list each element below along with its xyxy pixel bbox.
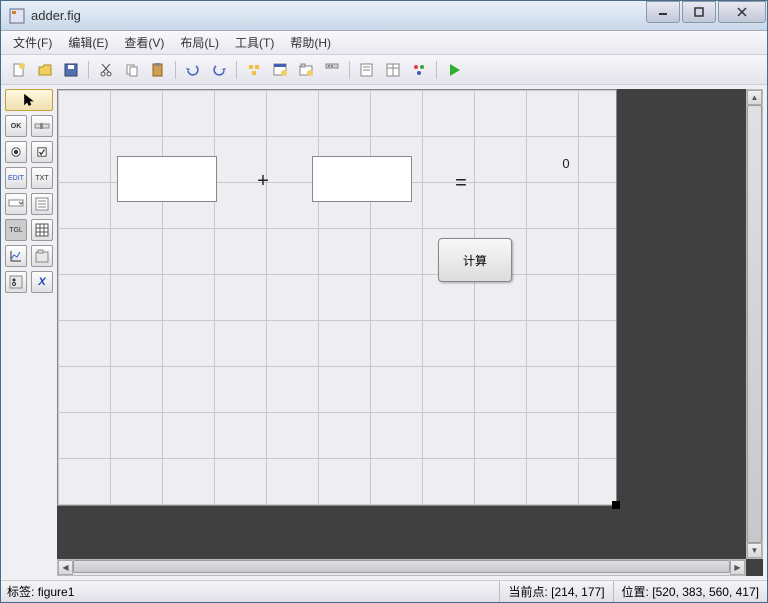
tool-palette: OK EDIT TXT TGL [1,85,57,580]
new-icon[interactable] [7,58,31,82]
object-icon[interactable] [407,58,431,82]
cut-icon[interactable] [94,58,118,82]
run-icon[interactable] [442,58,466,82]
palette-toggle[interactable]: TGL [5,219,27,241]
palette-activex[interactable]: X [31,271,53,293]
menubar: 文件(F) 编辑(E) 查看(V) 布局(L) 工具(T) 帮助(H) [1,31,767,55]
app-icon [9,8,25,24]
status-curpt-value: [214, 177] [551,585,604,599]
palette-text[interactable]: TXT [31,167,53,189]
titlebar: adder.fig [1,1,767,31]
menu-help[interactable]: 帮助(H) [282,31,339,54]
status-curpt-label: 当前点: [508,583,547,600]
vertical-scrollbar[interactable]: ▲ ▼ [746,89,763,559]
status-tag-value: figure1 [38,585,75,599]
palette-pushbutton[interactable]: OK [5,115,27,137]
status-pos-label: 位置: [622,583,649,600]
menu-view[interactable]: 查看(V) [116,31,172,54]
save-icon[interactable] [59,58,83,82]
menu-layout[interactable]: 布局(L) [172,31,227,54]
palette-popup[interactable] [5,193,27,215]
palette-slider[interactable] [31,115,53,137]
tab-editor-icon[interactable] [294,58,318,82]
status-current-point: 当前点: [214, 177] [499,581,612,602]
statusbar: 标签: figure1 当前点: [214, 177] 位置: [520, 38… [1,580,767,602]
minimize-button[interactable] [646,1,680,23]
window-title: adder.fig [31,8,645,23]
guide-window: adder.fig 文件(F) 编辑(E) 查看(V) 布局(L) 工具(T) … [0,0,768,603]
maximize-button[interactable] [682,1,716,23]
palette-radio[interactable] [5,141,27,163]
status-pos-value: [520, 383, 560, 417] [652,585,759,599]
palette-buttongroup[interactable] [5,271,27,293]
resize-handle[interactable] [612,501,620,509]
scroll-up-icon[interactable]: ▲ [747,90,762,105]
paste-icon[interactable] [146,58,170,82]
menu-edit[interactable]: 编辑(E) [60,31,116,54]
status-position: 位置: [520, 383, 560, 417] [613,581,767,602]
copy-icon[interactable] [120,58,144,82]
palette-edit[interactable]: EDIT [5,167,27,189]
palette-select[interactable] [5,89,53,111]
figure-panel[interactable]: + = 0 计算 [57,89,617,506]
window-controls [645,1,767,30]
menu-file[interactable]: 文件(F) [5,31,60,54]
menu-tools[interactable]: 工具(T) [227,31,282,54]
palette-axes[interactable] [5,245,27,267]
scroll-down-icon[interactable]: ▼ [747,543,762,558]
canvas-background[interactable]: + = 0 计算 [57,89,763,576]
plus-label: + [253,170,273,193]
status-tag-label: 标签: [7,585,34,599]
palette-panel[interactable] [31,245,53,267]
toolbar [1,55,767,85]
undo-icon[interactable] [181,58,205,82]
work-area: OK EDIT TXT TGL [1,85,767,580]
toolbar-editor-icon[interactable] [320,58,344,82]
open-icon[interactable] [33,58,57,82]
redo-icon[interactable] [207,58,231,82]
edit-operand1[interactable] [117,156,217,202]
scroll-right-icon[interactable]: ▶ [730,560,745,575]
status-tag: 标签: figure1 [1,583,499,600]
canvas-area: + = 0 计算 ▲ ▼ ◀ ▶ [57,89,763,576]
palette-table[interactable] [31,219,53,241]
edit-operand2[interactable] [312,156,412,202]
palette-listbox[interactable] [31,193,53,215]
result-label: 0 [556,156,576,171]
equals-label: = [451,172,471,195]
palette-checkbox[interactable] [31,141,53,163]
property-icon[interactable] [381,58,405,82]
close-button[interactable] [718,1,766,23]
horizontal-scrollbar[interactable]: ◀ ▶ [57,559,746,576]
align-icon[interactable] [242,58,266,82]
scroll-left-icon[interactable]: ◀ [58,560,73,575]
editor-icon[interactable] [355,58,379,82]
menu-editor-icon[interactable] [268,58,292,82]
compute-button[interactable]: 计算 [438,238,512,282]
